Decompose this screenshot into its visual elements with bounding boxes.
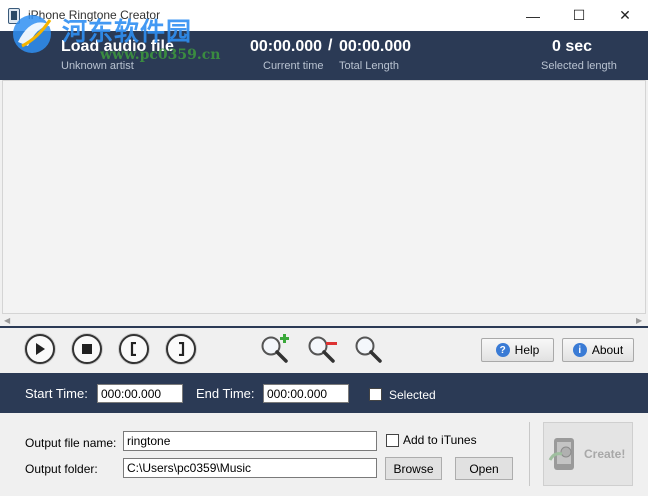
output-file-name-input[interactable] — [123, 431, 377, 451]
bracket-right-icon — [179, 342, 185, 356]
about-label: About — [591, 343, 624, 357]
bracket-left-icon — [130, 342, 136, 356]
play-button[interactable] — [25, 334, 55, 364]
end-time-label: End Time: — [196, 386, 255, 401]
watermark-url: www.pc0359.cn — [100, 47, 221, 63]
scroll-right-icon[interactable]: ▶ — [636, 316, 644, 325]
close-button[interactable]: ✕ — [602, 0, 648, 31]
zoom-out-icon[interactable] — [306, 334, 338, 364]
output-folder-input[interactable] — [123, 458, 377, 478]
open-button[interactable]: Open — [455, 457, 513, 480]
waveform-area[interactable] — [2, 80, 646, 314]
about-button[interactable]: i About — [562, 338, 634, 362]
selected-length-label: Selected length — [541, 60, 617, 72]
help-label: Help — [514, 343, 540, 357]
browse-button[interactable]: Browse — [385, 457, 442, 480]
stop-icon — [82, 344, 92, 354]
start-time-input[interactable] — [97, 384, 183, 403]
zoom-in-icon[interactable] — [259, 334, 291, 364]
vertical-divider — [529, 422, 530, 486]
add-to-itunes-label: Add to iTunes — [403, 433, 477, 447]
start-time-label: Start Time: — [25, 386, 88, 401]
watermark-logo-icon — [13, 15, 52, 53]
selected-checkbox[interactable] — [369, 388, 382, 401]
watermark-text: 河东软件园 — [62, 17, 193, 46]
output-folder-label: Output folder: — [25, 462, 98, 476]
play-icon — [36, 343, 45, 355]
create-label: Create! — [584, 447, 626, 461]
end-time-input[interactable] — [263, 384, 349, 403]
divider — [0, 326, 648, 328]
output-file-name-label: Output file name: — [25, 436, 117, 450]
set-end-button[interactable] — [166, 334, 196, 364]
add-to-itunes-checkbox[interactable] — [386, 434, 399, 447]
selected-label: Selected — [389, 388, 436, 402]
zoom-fit-icon[interactable] — [353, 334, 385, 364]
phone-icon — [548, 438, 574, 470]
help-icon: ? — [495, 343, 510, 357]
scroll-left-icon[interactable]: ◀ — [4, 316, 12, 325]
total-length-label: Total Length — [339, 60, 399, 72]
set-start-button[interactable] — [119, 334, 149, 364]
current-time-value: 00:00.000 — [250, 38, 323, 55]
minimize-button[interactable]: — — [510, 0, 556, 31]
selected-length-value: 0 sec — [552, 38, 593, 55]
stop-button[interactable] — [72, 334, 102, 364]
current-time-label: Current time — [263, 60, 324, 72]
help-button[interactable]: ? Help — [481, 338, 554, 362]
info-icon: i — [572, 343, 587, 357]
total-length-value: 00:00.000 — [339, 38, 412, 55]
maximize-button[interactable]: ☐ — [556, 0, 602, 31]
time-separator: / — [328, 37, 333, 54]
